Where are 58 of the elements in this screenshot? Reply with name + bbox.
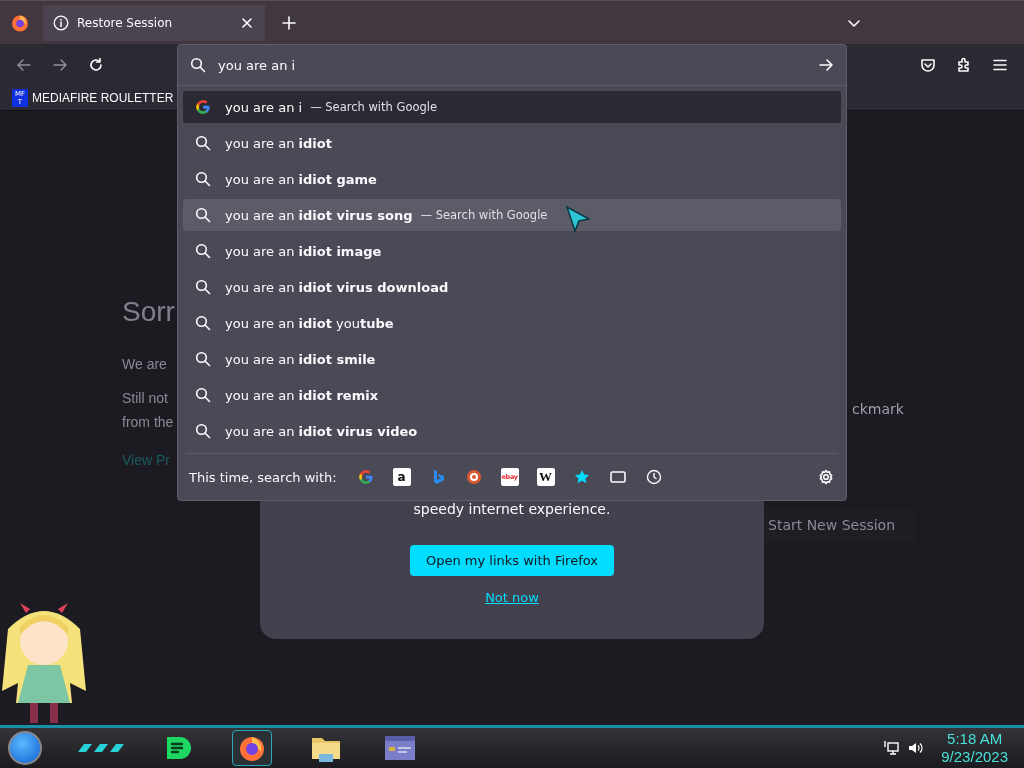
suggestion-row[interactable]: you are an idiot remix [183,379,841,411]
search-with-label: This time, search with: [189,469,337,485]
clock-date[interactable]: 9/23/2023 [941,748,1008,766]
page-text: ckmark [852,401,905,417]
search-icon [190,57,206,73]
back-arrow-icon[interactable] [16,57,32,73]
reload-icon[interactable] [88,57,104,73]
network-icon[interactable] [883,740,900,756]
forward-arrow-icon[interactable] [52,57,68,73]
search-icon [195,207,211,223]
suggestion-row[interactable]: you are an i — Search with Google [183,91,841,123]
not-now-link[interactable]: Not now [485,590,539,605]
page-text: from the [122,414,175,430]
suggestion-row[interactable]: you are an idiot virus song — Search with Google [183,199,841,231]
suggestion-row[interactable]: you are an idiot game [183,163,841,195]
suggestion-row[interactable]: you are an idiot virus download [183,271,841,303]
clock-time[interactable]: 5:18 AM [947,730,1003,748]
suggestion-row[interactable]: you are an idiot virus video [183,415,841,447]
bookmark-link[interactable]: MEDIAFIRE ROULETTER [32,91,174,105]
browser-tab[interactable]: Restore Session [43,4,265,41]
search-icon [195,171,211,187]
card-text: speedy internet experience. [413,501,611,517]
start-button[interactable] [8,731,42,765]
settings-icon[interactable] [818,469,834,485]
info-icon [53,14,69,31]
page-text: We are [122,356,168,372]
firefox-icon[interactable] [11,13,29,32]
suggestion-row[interactable]: you are an idiot youtube [183,307,841,339]
google-icon [195,99,211,115]
puzzle-icon[interactable] [956,57,972,73]
suggestion-row[interactable]: you are an idiot [183,127,841,159]
search-icon [195,279,211,295]
plus-icon[interactable] [281,14,297,31]
suggestion-row[interactable]: you are an idiot image [183,235,841,267]
cursor-icon [565,205,592,235]
clock-icon[interactable] [644,468,663,486]
firefox-icon[interactable] [232,730,272,766]
google-icon[interactable] [356,468,375,486]
volume-icon[interactable] [907,740,924,756]
page-heading: Sorr [122,296,176,329]
search-icon [195,423,211,439]
wikipedia-icon[interactable]: W [536,468,555,486]
search-icon [195,387,211,403]
page-text: Still not [122,390,169,406]
lights-icon [76,743,124,753]
search-icon [195,351,211,367]
search-icon [195,135,211,151]
search-icon [195,243,211,259]
go-arrow-icon[interactable] [818,57,834,73]
menu-icon[interactable] [992,57,1008,73]
duck-icon[interactable] [464,468,483,486]
suggestion-row[interactable]: you are an idiot smile [183,343,841,375]
star-icon[interactable] [572,468,591,486]
pocket-icon[interactable] [920,57,936,73]
amazon-icon[interactable]: a [392,468,411,486]
open-links-button[interactable]: Open my links with Firefox [410,545,614,576]
search-icon [195,315,211,331]
tab-icon[interactable] [608,468,627,486]
